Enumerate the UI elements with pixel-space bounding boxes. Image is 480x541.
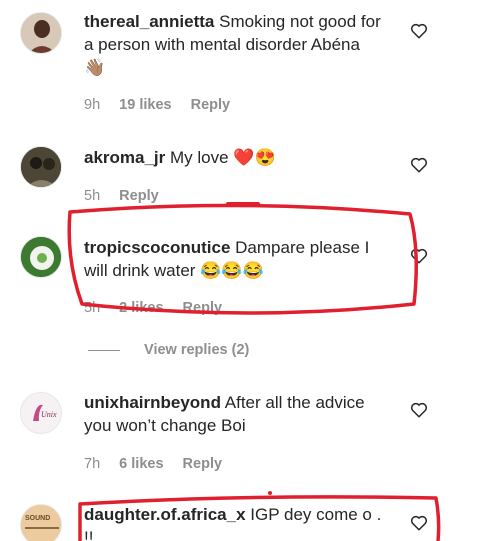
comment-text-block: unixhairnbeyond After all the advice you… [84,391,394,437]
comment-meta: 5h Reply [84,188,174,204]
avatar[interactable] [20,12,62,54]
avatar[interactable]: SOUND [20,504,62,541]
comment-username[interactable]: akroma_jr [84,148,165,167]
comment-username[interactable]: unixhairnbeyond [84,393,221,412]
comment-time: 9h [84,97,101,113]
comment-text-block: daughter.of.africa_x IGP dey come o . !! [84,503,394,541]
comment-text-block: thereal_annietta Smoking not good for a … [84,10,394,79]
comment-meta: 7h 6 likes Reply [84,456,237,472]
avatar[interactable]: Unix [20,392,62,434]
heart-icon[interactable] [410,401,428,419]
comment-emoji: 😂😂😂 [200,261,264,280]
comment-emoji: ❤️😍 [233,148,276,167]
heart-icon[interactable] [410,156,428,174]
avatar-label: Unix [41,410,57,419]
comment-meta: 9h 19 likes Reply [84,97,245,113]
comment-username[interactable]: thereal_annietta [84,12,214,31]
comment-text: My love [170,148,229,167]
comment-text-block: tropicscoconutice Dampare please I will … [84,236,394,282]
avatar[interactable] [20,236,62,278]
comment-time: 7h [84,456,101,472]
comments-thread: thereal_annietta Smoking not good for a … [0,0,480,541]
comment-time: 5h [84,300,101,316]
heart-icon[interactable] [410,22,428,40]
reply-button[interactable]: Reply [191,97,231,113]
comment-time: 5h [84,188,101,204]
comment-text-block: akroma_jr My love ❤️😍 [84,146,394,169]
divider-line [88,349,120,351]
heart-icon[interactable] [410,514,428,532]
avatar-label: SOUND [25,515,50,522]
comment-likes[interactable]: 6 likes [119,456,163,472]
reply-button[interactable]: Reply [183,300,223,316]
view-replies-label: View replies (2) [144,342,250,358]
comment-username[interactable]: tropicscoconutice [84,238,230,257]
comment-emoji: 👋🏽 [84,58,106,77]
comment-likes[interactable]: 2 likes [119,300,163,316]
reply-button[interactable]: Reply [119,188,159,204]
reply-button[interactable]: Reply [183,456,223,472]
heart-icon[interactable] [410,247,428,265]
view-replies-button[interactable]: View replies (2) [88,342,249,358]
avatar[interactable] [20,146,62,188]
comment-likes[interactable]: 19 likes [119,97,171,113]
comment-username[interactable]: daughter.of.africa_x [84,505,246,524]
comment-meta: 5h 2 likes Reply [84,300,237,316]
annotation-dot [268,491,272,495]
